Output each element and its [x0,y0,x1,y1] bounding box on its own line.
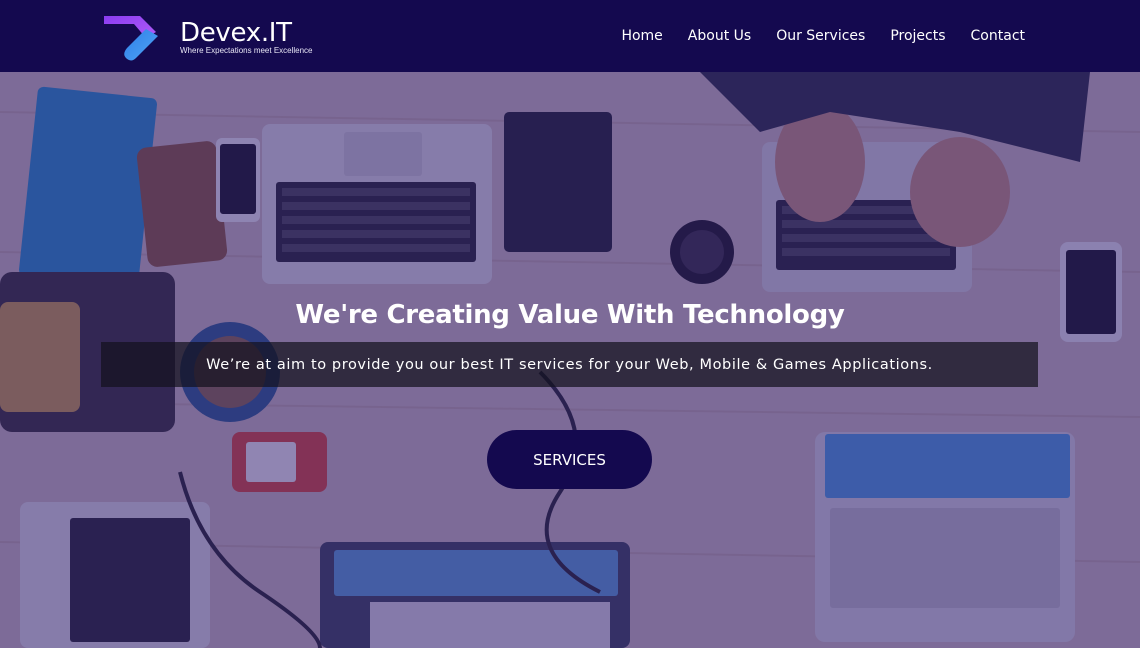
brand-logo[interactable]: Devex.IT Where Expectations meet Excelle… [100,10,330,64]
hero-title: We're Creating Value With Technology [295,300,845,330]
main-nav: Home About Us Our Services Projects Cont… [621,0,1025,72]
logo-mark-icon [104,16,158,61]
hero-subtitle-box: We’re at aim to provide you our best IT … [101,342,1038,387]
services-button[interactable]: SERVICES [487,430,652,489]
hero-section: We're Creating Value With Technology We’… [0,72,1140,648]
hero-subtitle: We’re at aim to provide you our best IT … [206,356,933,373]
brand-name: Devex.IT [180,18,292,48]
nav-item-home[interactable]: Home [621,28,662,44]
site-header: Devex.IT Where Expectations meet Excelle… [0,0,1140,72]
brand-tagline: Where Expectations meet Excellence [180,46,313,55]
nav-item-contact[interactable]: Contact [971,28,1025,44]
nav-item-our-services[interactable]: Our Services [776,28,865,44]
nav-item-about-us[interactable]: About Us [688,28,751,44]
nav-item-projects[interactable]: Projects [890,28,945,44]
